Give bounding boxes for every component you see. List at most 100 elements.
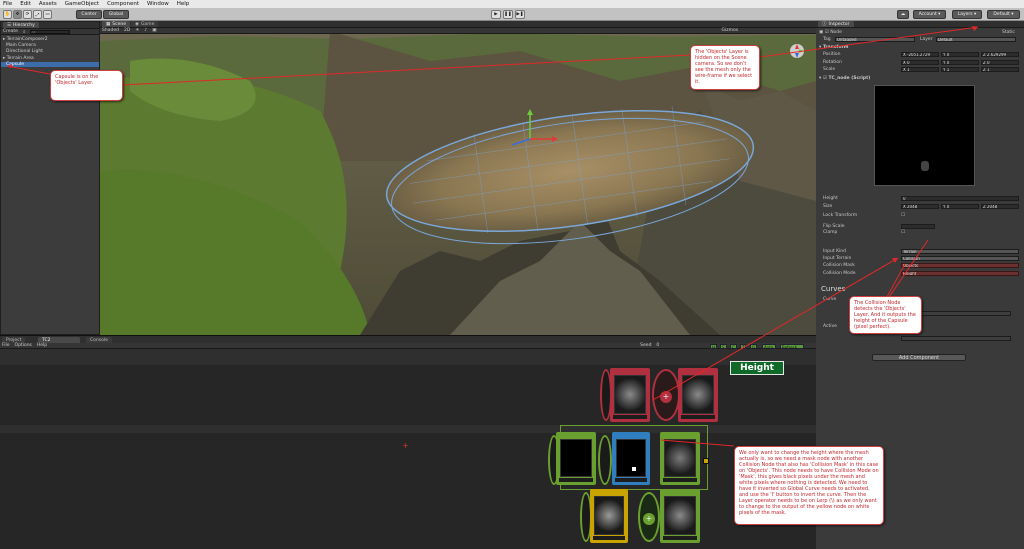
effects-icon[interactable]: ▣ <box>152 28 156 33</box>
lock-transform-label: Lock Transform <box>823 213 858 218</box>
account-dropdown[interactable]: Account ▾ <box>913 10 946 19</box>
node-collision-height[interactable] <box>612 432 650 485</box>
scale-z-field[interactable]: Z 1 <box>981 67 1019 72</box>
tab-scene[interactable]: ▦ Scene <box>102 21 130 27</box>
rotation-y-field[interactable]: Y 0 <box>941 60 979 65</box>
position-z-field[interactable]: Z 2.629299 <box>981 52 1019 57</box>
terraincomposer-node-editor[interactable]: File Options Help Seed 0 H S C T G Auto … <box>0 343 816 549</box>
create-dropdown[interactable]: Create <box>3 29 18 34</box>
flip-scale-label: Flip Scale <box>823 224 845 229</box>
seed-field[interactable]: 0 <box>656 343 659 348</box>
layer-dropdown[interactable]: Default <box>936 37 1016 42</box>
transform-header[interactable]: ▾ Transform <box>819 45 849 50</box>
scale-x-field[interactable]: X 1 <box>901 67 939 72</box>
hierarchy-item-capsule[interactable]: Capsule <box>1 62 99 67</box>
tab-inspector[interactable]: ⓘ Inspector <box>818 21 854 27</box>
scale-y-field[interactable]: Y 1 <box>941 67 979 72</box>
hand-tool-icon[interactable]: ✋ <box>3 10 12 19</box>
layout-dropdown[interactable]: Default ▾ <box>987 10 1020 19</box>
output-toggle-s[interactable]: S <box>720 344 727 350</box>
menu-assets[interactable]: Assets <box>39 1 57 7</box>
add-component-button[interactable]: Add Component <box>872 354 966 361</box>
rotation-x-field[interactable]: X 0 <box>901 60 939 65</box>
collision-mode-label: Collision Mode <box>823 271 856 276</box>
menu-help[interactable]: Help <box>177 1 190 7</box>
node-red-1[interactable] <box>610 368 650 422</box>
pivot-center-button[interactable]: Center <box>76 10 102 19</box>
collision-mode-dropdown[interactable]: Height <box>901 271 1019 276</box>
layers-dropdown[interactable]: Layers ▾ <box>952 10 982 19</box>
node-green-bottom[interactable] <box>660 489 700 543</box>
tab-hierarchy[interactable]: ☰ Hierarchy <box>3 22 39 28</box>
menu-edit[interactable]: Edit <box>20 1 31 7</box>
pause-button[interactable]: ❚❚ <box>503 10 513 19</box>
hierarchy-item-directional-light[interactable]: Directional Light <box>3 49 43 54</box>
size-z-field[interactable]: Z 2048 <box>981 204 1019 209</box>
green-operator-oval[interactable]: + <box>638 492 660 542</box>
gizmos-dropdown[interactable]: Gizmos <box>721 28 738 33</box>
node-collision-mask[interactable] <box>556 432 596 485</box>
scale-tool-icon[interactable]: ⤢ <box>33 10 42 19</box>
node-file-menu[interactable]: File <box>2 343 10 348</box>
input-terrain-dropdown[interactable]: Collision <box>901 256 1019 261</box>
node-help-menu[interactable]: Help <box>37 343 47 348</box>
static-toggle[interactable]: Static <box>1002 30 1015 35</box>
script-label: TC_node (Script) <box>828 76 871 81</box>
green-mid-oval[interactable] <box>598 435 612 485</box>
move-tool-icon[interactable]: ✥ <box>13 10 22 19</box>
tag-dropdown[interactable]: Untagged <box>835 37 915 42</box>
node-yellow[interactable] <box>590 489 628 543</box>
position-y-field[interactable]: Y 0 <box>941 52 979 57</box>
height-field[interactable]: 0 <box>901 196 1019 201</box>
script-header[interactable]: ▾ ☑ TC_node (Script) <box>819 76 870 81</box>
layer-connector[interactable] <box>703 458 709 464</box>
cloud-icon[interactable]: ☁ <box>897 10 909 19</box>
clamp-checkbox[interactable]: ☐ <box>901 230 905 235</box>
position-x-field[interactable]: X -2051.2729 <box>901 52 939 57</box>
node-noise-3[interactable] <box>660 432 700 485</box>
node-options-menu[interactable]: Options <box>15 343 32 348</box>
output-toggle-h[interactable]: H <box>710 344 718 350</box>
step-button[interactable]: ▶❚ <box>515 10 525 19</box>
global-space-button[interactable]: Global <box>103 10 129 19</box>
global-curve-field[interactable] <box>901 336 1011 341</box>
rect-tool-icon[interactable]: ▭ <box>43 10 52 19</box>
size-x-field[interactable]: X 2048 <box>901 204 939 209</box>
lock-transform-checkbox[interactable]: ☐ <box>901 213 905 218</box>
play-button[interactable]: ▶ <box>491 10 501 19</box>
input-kind-dropdown[interactable]: Terrain <box>901 249 1019 254</box>
object-name[interactable]: Node <box>830 30 842 35</box>
rotation-z-field[interactable]: Z 0 <box>981 60 1019 65</box>
red-operator-oval[interactable]: + <box>652 369 680 421</box>
flip-scale-field[interactable] <box>901 224 935 229</box>
bottom-tabbar: Project TC2 Console <box>0 335 816 343</box>
auto-toggle[interactable]: Auto <box>762 344 776 350</box>
2d-toggle[interactable]: 2D <box>124 28 130 33</box>
menu-file[interactable]: File <box>3 1 12 7</box>
hierarchy-item-terraincomposer2[interactable]: ▸ TerrainComposer2 <box>3 37 48 42</box>
output-toggle-g[interactable]: G <box>750 344 758 350</box>
menu-gameobject[interactable]: GameObject <box>65 1 99 7</box>
curves-header[interactable]: Curves <box>821 285 845 293</box>
shading-dropdown[interactable]: Shaded <box>102 28 119 33</box>
audio-icon[interactable]: ♪ <box>144 28 147 33</box>
collision-mask-dropdown[interactable]: Objects <box>901 263 1019 268</box>
size-y-field[interactable]: Y 0 <box>941 204 979 209</box>
position-label: Position <box>823 52 841 57</box>
menu-component[interactable]: Component <box>107 1 139 7</box>
lighting-icon[interactable]: ☀ <box>135 28 139 33</box>
output-toggle-t[interactable]: T <box>740 344 747 350</box>
tab-game[interactable]: ◉ Game <box>131 21 159 27</box>
output-toggle-c[interactable]: C <box>730 344 737 350</box>
menu-window[interactable]: Window <box>147 1 169 7</box>
tag-label: Tag <box>823 37 831 42</box>
add-node-icon[interactable]: + <box>643 513 655 525</box>
refresh-button[interactable]: Refresh <box>780 344 804 350</box>
hierarchy-item-main-camera[interactable]: Main Camera <box>3 43 36 48</box>
node-red-2[interactable] <box>678 368 718 422</box>
hierarchy-item-terrain-area[interactable]: ▸ Terrain Area <box>3 56 34 61</box>
hierarchy-search-input[interactable] <box>30 29 71 34</box>
add-node-icon[interactable]: + <box>660 391 672 403</box>
active-checkbox[interactable]: ☑ <box>825 30 829 35</box>
rotate-tool-icon[interactable]: ⟳ <box>23 10 32 19</box>
